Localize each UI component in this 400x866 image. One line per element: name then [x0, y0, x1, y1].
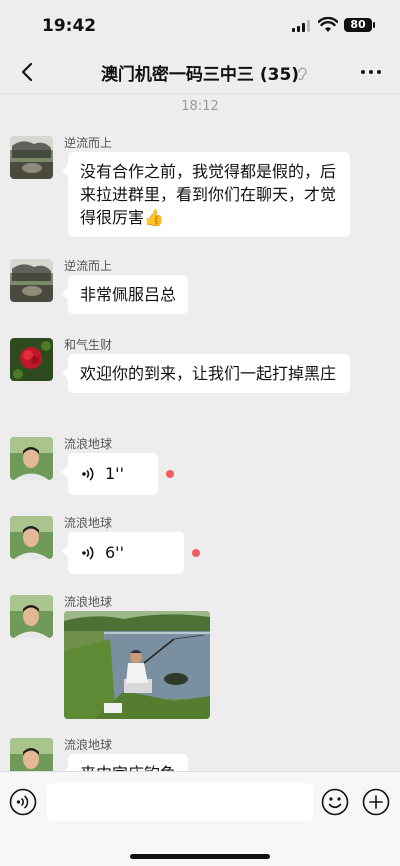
sender-name: 流浪地球	[64, 516, 113, 530]
voice-duration: 6''	[105, 543, 124, 562]
avatar[interactable]	[10, 738, 53, 771]
status-time: 19:42	[42, 16, 97, 36]
signal-icon	[292, 20, 310, 32]
status-bar: 19:42 80	[0, 0, 400, 50]
sender-name: 逆流而上	[64, 136, 113, 150]
message-bubble[interactable]: 非常佩服吕总	[61, 275, 189, 314]
message-list[interactable]: 18:12 逆流而上 没有合作之前，我觉得都是假的，后来拉进群里，看到你们在聊天…	[0, 95, 400, 771]
avatar[interactable]	[10, 338, 53, 381]
message-bubble[interactable]: 来内宫庄钓鱼	[61, 754, 189, 771]
image-message[interactable]	[64, 611, 210, 719]
input-bar	[0, 771, 400, 866]
voice-wave-icon	[82, 467, 94, 481]
sender-name: 逆流而上	[64, 259, 113, 273]
sender-name: 流浪地球	[64, 437, 113, 451]
sender-name: 和气生财	[64, 338, 113, 352]
voice-message[interactable]: 6''	[62, 532, 184, 574]
emoji-icon[interactable]	[321, 788, 349, 816]
avatar[interactable]	[10, 136, 53, 179]
voice-duration: 1''	[105, 464, 124, 483]
chat-title: 澳门机密一码三中三 (35)	[100, 65, 300, 85]
ear-mute-icon	[298, 67, 307, 81]
avatar[interactable]	[10, 437, 53, 480]
avatar[interactable]	[10, 516, 53, 559]
voice-wave-icon	[82, 546, 94, 560]
message-input[interactable]	[47, 783, 313, 821]
avatar[interactable]	[10, 259, 53, 302]
avatar[interactable]	[10, 595, 53, 638]
unread-dot	[192, 549, 200, 557]
voice-message[interactable]: 1''	[62, 453, 158, 495]
sender-name: 流浪地球	[64, 595, 113, 609]
wifi-icon	[318, 17, 338, 32]
sender-name: 流浪地球	[64, 738, 113, 752]
home-indicator	[130, 854, 270, 859]
more-options-icon[interactable]	[358, 60, 384, 84]
add-icon[interactable]	[362, 788, 390, 816]
unread-dot	[166, 470, 174, 478]
message-bubble[interactable]: 欢迎你的到来，让我们一起打掉黑庄	[62, 354, 350, 393]
voice-input-icon[interactable]	[9, 788, 37, 816]
chat-header: 澳门机密一码三中三 (35)	[0, 50, 400, 94]
message-timestamp: 18:12	[181, 99, 219, 114]
message-bubble[interactable]: 没有合作之前，我觉得都是假的，后来拉进群里，看到你们在聊天，才觉得很厉害👍	[62, 152, 350, 237]
battery-icon: 80	[344, 18, 375, 32]
